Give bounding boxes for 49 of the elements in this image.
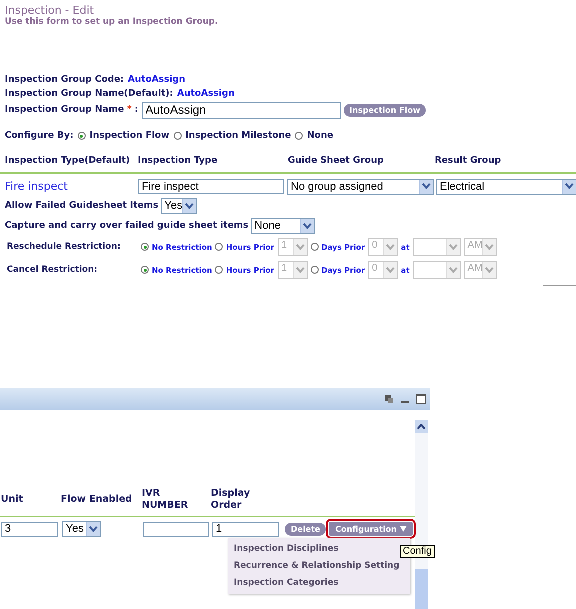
column-header: Flow Enabled — [61, 494, 134, 506]
guide-sheet-dropdown[interactable]: No group assigned — [287, 178, 434, 194]
inspection-type-input[interactable]: Fire inspect — [138, 179, 284, 194]
ivr-number-input[interactable] — [143, 522, 209, 536]
caret-icon — [400, 526, 407, 532]
capture-label: Capture and carry over failed guide sheet items — [5, 221, 249, 231]
page-subtitle: Use this form to set up an Inspection Group. — [4, 17, 220, 27]
field-label: Inspection Group Name(Default): — [5, 89, 174, 99]
scroll-up-button[interactable] — [415, 420, 428, 433]
column-header: IVR NUMBER — [142, 488, 190, 512]
menu-item[interactable]: Inspection Categories — [228, 575, 410, 592]
radio-label: None — [307, 131, 334, 141]
colon: : — [134, 105, 139, 115]
menu-item[interactable]: Recurrence & Relationship Setting — [228, 558, 410, 575]
display-order-input[interactable]: 1 — [212, 522, 279, 536]
column-header: Inspection Type — [138, 156, 219, 166]
column-header: Display Order — [211, 488, 252, 512]
group-name-input[interactable]: AutoAssign — [142, 102, 341, 118]
radio-button[interactable] — [174, 132, 182, 140]
radio-label: Inspection Milestone — [186, 131, 292, 141]
radio-button[interactable] — [295, 132, 304, 140]
capture-dropdown[interactable]: None — [250, 218, 315, 234]
configure-by-label: Configure By: — [5, 131, 74, 141]
result-group-dropdown[interactable]: Electrical — [436, 178, 576, 194]
scroll-thumb[interactable] — [415, 569, 428, 609]
inspection-type-link[interactable]: Fire inspect — [0, 180, 138, 193]
radio-label: Inspection Flow — [90, 131, 170, 141]
field-value: AutoAssign — [128, 75, 186, 85]
maximize-icon[interactable] — [416, 394, 426, 404]
flow-enabled-dropdown[interactable]: Yes — [62, 521, 101, 537]
delete-button[interactable]: Delete — [285, 522, 326, 536]
field-label: Inspection Group Code: — [5, 75, 124, 85]
restore-icon[interactable] — [384, 394, 394, 404]
radio-button[interactable] — [78, 132, 86, 140]
page-title: Inspection - Edit — [4, 4, 96, 17]
required-mark: * — [127, 105, 132, 115]
inspection-flow-button[interactable]: Inspection Flow — [344, 104, 426, 116]
column-header: Unit — [1, 494, 24, 506]
column-header: Result Group — [435, 156, 502, 166]
allow-failed-label: Allow Failed Guidesheet Items — [5, 201, 159, 211]
column-header: Inspection Type(Default) — [4, 156, 132, 166]
tooltip: Config — [400, 545, 435, 558]
configuration-button[interactable]: Configuration — [329, 522, 413, 536]
field-value: AutoAssign — [177, 89, 235, 99]
restriction-label: Reschedule Restriction: — [7, 242, 122, 252]
field-label: Inspection Group Name — [5, 105, 124, 115]
unit-input[interactable]: 3 — [1, 522, 58, 536]
restriction-label: Cancel Restriction: — [7, 265, 99, 275]
column-header: Guide Sheet Group — [288, 156, 385, 166]
